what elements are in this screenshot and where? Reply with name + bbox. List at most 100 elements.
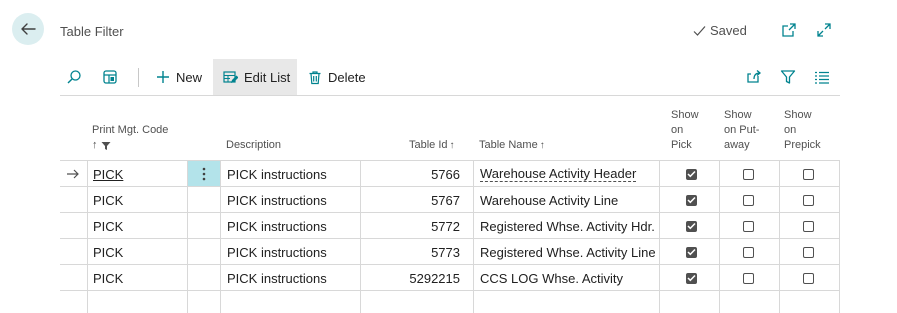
checkbox-box <box>743 220 754 232</box>
trash-icon <box>309 70 321 84</box>
table-name-cell[interactable]: Registered Whse. Activity Hdr. <box>480 213 655 239</box>
open-new-window-button[interactable] <box>780 21 798 39</box>
expand-button[interactable] <box>815 21 833 39</box>
search-icon <box>67 70 81 84</box>
description-cell[interactable]: PICK instructions <box>227 239 327 265</box>
column-header-table-id-label: Table Id <box>409 139 448 151</box>
edit-list-button[interactable]: Edit List <box>213 59 297 95</box>
checkbox-box <box>686 168 697 180</box>
sort-up-icon: ↑ <box>92 139 98 151</box>
view-layout-button[interactable] <box>102 59 124 95</box>
table-row[interactable]: PICK PICK instructions 5766 Warehouse Ac… <box>60 161 840 187</box>
table-name-cell[interactable]: Warehouse Activity Line <box>480 187 618 213</box>
show-on-prepick-checkbox[interactable] <box>803 265 814 291</box>
column-header-table-name[interactable]: Table Name ↑ <box>479 138 545 153</box>
code-cell[interactable]: PICK <box>93 213 123 239</box>
list-view-button[interactable] <box>814 59 834 95</box>
header-line: Show <box>671 109 699 121</box>
table-row[interactable]: PICK PICK instructions 5767 Warehouse Ac… <box>60 187 840 213</box>
table-id-cell[interactable]: 5767 <box>360 187 460 213</box>
code-cell[interactable]: PICK <box>93 187 123 213</box>
description-cell[interactable]: PICK instructions <box>227 213 327 239</box>
show-on-putaway-checkbox[interactable] <box>743 161 754 187</box>
show-on-prepick-checkbox[interactable] <box>803 213 814 239</box>
table-id-cell[interactable]: 5766 <box>360 161 460 187</box>
table-name-cell[interactable]: Warehouse Activity Header <box>480 161 637 187</box>
new-button-label: New <box>176 69 203 85</box>
header-line: Show <box>784 109 812 121</box>
new-button[interactable]: New <box>156 59 206 95</box>
checkbox-box <box>803 220 814 232</box>
description-cell[interactable]: PICK instructions <box>227 187 327 213</box>
checkbox-box <box>803 168 814 180</box>
table-row[interactable]: PICK PICK instructions 5773 Registered W… <box>60 239 840 265</box>
checkmark-icon <box>687 170 696 178</box>
table-id-cell[interactable]: 5773 <box>360 239 460 265</box>
column-header-show-on-putaway[interactable]: Show on Put- away <box>724 108 759 153</box>
toolbar-divider <box>138 68 139 87</box>
share-icon <box>747 70 762 83</box>
back-button[interactable] <box>12 13 44 45</box>
checkbox-box <box>803 194 814 206</box>
show-on-putaway-checkbox[interactable] <box>743 187 754 213</box>
show-on-pick-checkbox[interactable] <box>686 239 697 265</box>
filter-button[interactable] <box>780 59 800 95</box>
code-cell[interactable]: PICK <box>93 239 123 265</box>
row-actions-button[interactable] <box>188 161 220 186</box>
column-header-show-on-prepick[interactable]: Show on Prepick <box>784 108 821 153</box>
table-row[interactable]: PICK PICK instructions 5772 Registered W… <box>60 213 840 239</box>
code-cell[interactable]: PICK <box>93 161 123 187</box>
row-arrow-icon <box>66 161 86 187</box>
edit-list-icon <box>223 70 238 83</box>
sort-up-icon: ↑ <box>539 140 545 151</box>
table-id-cell[interactable]: 5772 <box>360 213 460 239</box>
show-on-putaway-checkbox[interactable] <box>743 265 754 291</box>
checkbox-box <box>743 272 754 284</box>
filter-icon <box>780 70 796 84</box>
view-layout-icon <box>103 70 117 84</box>
save-status: Saved <box>693 23 747 38</box>
code-link[interactable]: PICK <box>93 167 123 182</box>
column-header-show-on-pick[interactable]: Show on Pick <box>671 108 699 153</box>
column-header-table-id[interactable]: Table Id ↑ <box>409 138 455 153</box>
show-on-putaway-checkbox[interactable] <box>743 213 754 239</box>
show-on-pick-checkbox[interactable] <box>686 161 697 187</box>
checkbox-box <box>743 168 754 180</box>
share-button[interactable] <box>746 59 766 95</box>
show-on-prepick-checkbox[interactable] <box>803 187 814 213</box>
show-on-prepick-checkbox[interactable] <box>803 239 814 265</box>
checkbox-box <box>686 220 697 232</box>
description-cell[interactable]: PICK instructions <box>227 161 327 187</box>
checkbox-box <box>686 246 697 258</box>
show-on-pick-checkbox[interactable] <box>686 265 697 291</box>
code-cell[interactable]: PICK <box>93 265 123 291</box>
checkmark-icon <box>687 248 696 256</box>
page-title: Table Filter <box>60 24 124 39</box>
description-cell[interactable]: PICK instructions <box>227 265 327 291</box>
search-button[interactable] <box>66 59 88 95</box>
header-line: Prepick <box>784 139 821 151</box>
edit-list-button-label: Edit List <box>244 69 291 85</box>
plus-icon <box>157 71 169 83</box>
new-row-placeholder[interactable] <box>60 291 840 313</box>
column-header-description[interactable]: Description <box>226 138 281 153</box>
checkbox-box <box>743 194 754 206</box>
show-on-pick-checkbox[interactable] <box>686 187 697 213</box>
show-on-putaway-checkbox[interactable] <box>743 239 754 265</box>
show-on-prepick-checkbox[interactable] <box>803 161 814 187</box>
table-id-cell[interactable]: 5292215 <box>360 265 460 291</box>
checkbox-box <box>803 272 814 284</box>
data-grid: PICK PICK instructions 5766 Warehouse Ac… <box>60 160 840 313</box>
table-name-cell[interactable]: Registered Whse. Activity Line <box>480 239 656 265</box>
checkbox-box <box>686 194 697 206</box>
checkbox-box <box>803 246 814 258</box>
table-row[interactable]: PICK PICK instructions 5292215 CCS LOG W… <box>60 265 840 291</box>
open-new-window-icon <box>782 23 796 37</box>
show-on-pick-checkbox[interactable] <box>686 213 697 239</box>
column-header-code[interactable]: Print Mgt. Code ↑ <box>92 123 168 153</box>
back-arrow-icon <box>21 23 36 35</box>
delete-button[interactable]: Delete <box>308 59 368 95</box>
table-name-text: Warehouse Activity Header <box>480 165 637 182</box>
action-bar: New Edit List Delete <box>60 59 840 96</box>
table-name-cell[interactable]: CCS LOG Whse. Activity <box>480 265 623 291</box>
